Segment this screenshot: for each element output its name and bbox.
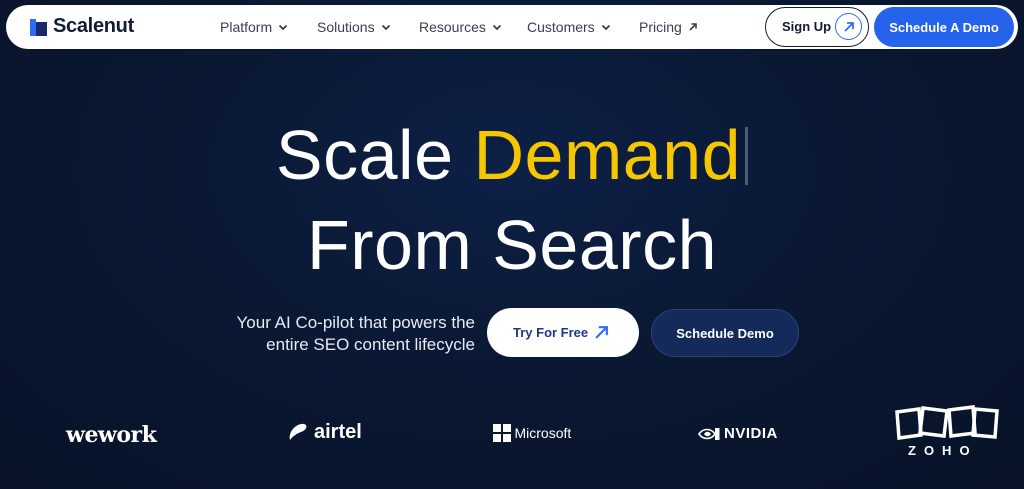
- hero-subtitle-line2: entire SEO content lifecycle: [266, 335, 475, 354]
- microsoft-logo: Microsoft: [493, 424, 571, 442]
- zoho-logo: ZOHO: [894, 405, 1000, 461]
- arrow-up-right-icon: [835, 13, 862, 40]
- nvidia-logo: NVIDIA: [698, 425, 778, 442]
- hero-subtitle: Your AI Co-pilot that powers the entire …: [237, 312, 475, 356]
- nav-item-label: Pricing: [639, 19, 682, 35]
- nav-item-label: Customers: [527, 19, 595, 35]
- arrow-up-right-icon: [595, 326, 608, 339]
- hero-title-line1: Scale Demand: [0, 115, 1024, 195]
- schedule-a-demo-button[interactable]: Schedule A Demo: [874, 7, 1014, 47]
- wework-logo: wework: [66, 422, 157, 448]
- nav-item-pricing[interactable]: Pricing: [639, 19, 698, 35]
- nvidia-eye-icon: [698, 427, 720, 440]
- chevron-down-icon: [381, 24, 390, 31]
- nav-item-resources[interactable]: Resources: [419, 19, 502, 35]
- typing-caret: [745, 127, 749, 185]
- hero-subtitle-line1: Your AI Co-pilot that powers the: [236, 313, 475, 332]
- airtel-swirl-icon: [289, 423, 307, 440]
- scalenut-logo-icon[interactable]: [30, 19, 47, 36]
- sign-up-button[interactable]: Sign Up: [765, 7, 869, 47]
- airtel-logo: airtel: [286, 420, 362, 444]
- nav-item-solutions[interactable]: Solutions: [317, 19, 391, 35]
- schedule-demo-button[interactable]: Schedule Demo: [651, 309, 799, 357]
- try-for-free-button[interactable]: Try For Free: [487, 308, 639, 357]
- arrow-up-right-icon: [689, 23, 697, 31]
- microsoft-grid-icon: [493, 424, 511, 442]
- chevron-down-icon: [492, 24, 502, 31]
- nav-item-label: Platform: [220, 19, 273, 35]
- nav-item-label: Resources: [419, 19, 486, 35]
- sign-up-label: Sign Up: [782, 19, 832, 34]
- nvidia-wordmark: NVIDIA: [724, 425, 778, 442]
- brand-name[interactable]: Scalenut: [53, 15, 134, 38]
- airtel-wordmark: airtel: [314, 420, 362, 443]
- chevron-down-icon: [601, 24, 610, 31]
- zoho-tiles-icon: [895, 405, 999, 440]
- nav-item-customers[interactable]: Customers: [527, 19, 611, 35]
- chevron-down-icon: [278, 24, 288, 31]
- zoho-wordmark: ZOHO: [908, 443, 978, 458]
- hero-title-white: Scale: [275, 116, 454, 194]
- hero-title-line2: From Search: [306, 206, 718, 284]
- nav-item-label: Solutions: [317, 19, 375, 35]
- nav-item-platform[interactable]: Platform: [220, 19, 288, 35]
- microsoft-wordmark: Microsoft: [514, 424, 572, 441]
- try-for-free-label: Try For Free: [513, 325, 589, 340]
- top-navbar: Scalenut Platform Solutions Resources Cu…: [6, 5, 1018, 49]
- hero-title-accent: Demand: [473, 116, 742, 194]
